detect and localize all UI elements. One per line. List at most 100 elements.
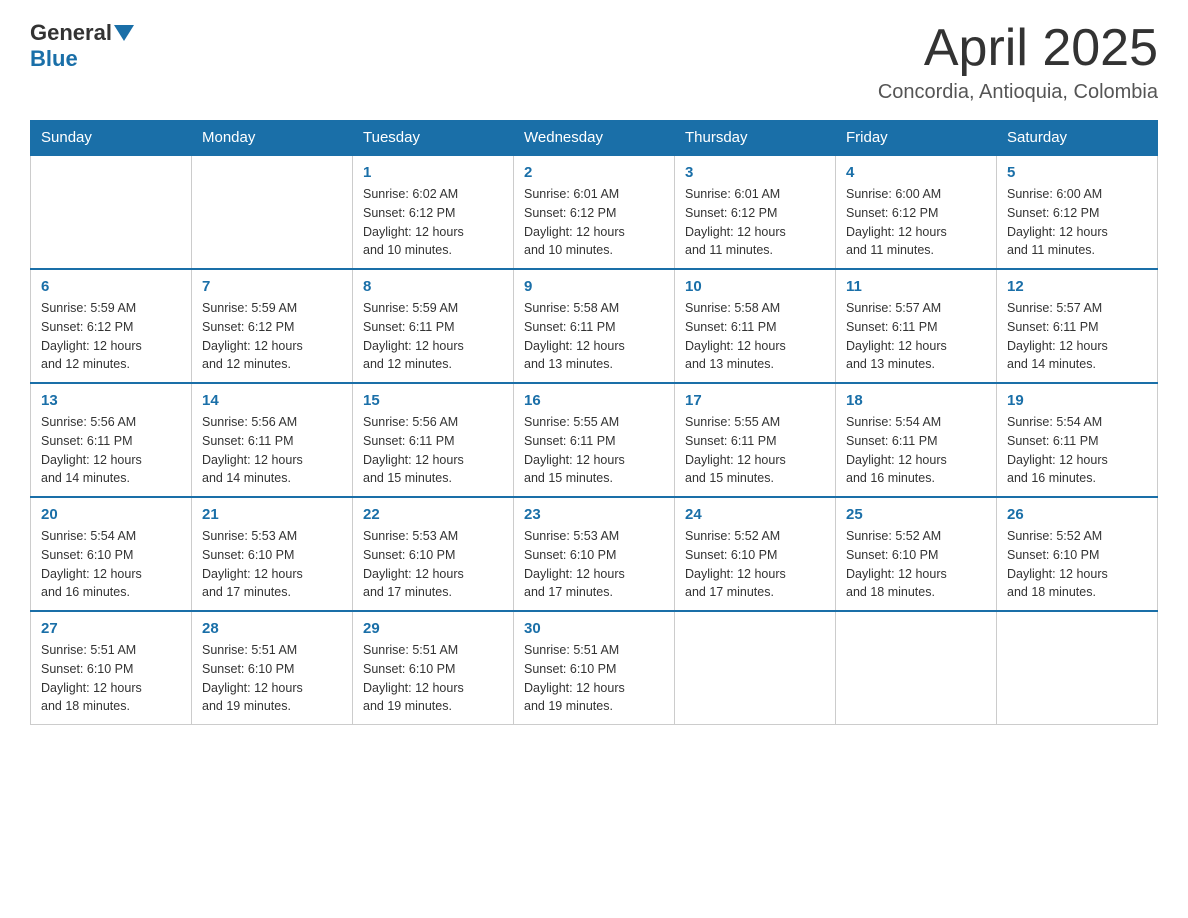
day-info: Sunrise: 6:00 AM Sunset: 6:12 PM Dayligh… — [1007, 185, 1147, 260]
calendar-cell: 6 Sunrise: 5:59 AM Sunset: 6:12 PM Daylig… — [31, 269, 192, 383]
calendar-cell: 15 Sunrise: 5:56 AM Sunset: 6:11 PM Dayli… — [353, 383, 514, 497]
calendar-cell: 18 Sunrise: 5:54 AM Sunset: 6:11 PM Dayli… — [836, 383, 997, 497]
weekday-header-thursday: Thursday — [675, 121, 836, 156]
weekday-header-saturday: Saturday — [997, 121, 1158, 156]
day-number: 9 — [524, 278, 664, 295]
weekday-header-monday: Monday — [192, 121, 353, 156]
day-info: Sunrise: 5:56 AM Sunset: 6:11 PM Dayligh… — [363, 413, 503, 488]
calendar-cell: 20 Sunrise: 5:54 AM Sunset: 6:10 PM Dayli… — [31, 497, 192, 611]
day-number: 29 — [363, 620, 503, 637]
logo-blue-text: Blue — [30, 46, 78, 72]
day-info: Sunrise: 6:01 AM Sunset: 6:12 PM Dayligh… — [685, 185, 825, 260]
day-info: Sunrise: 5:58 AM Sunset: 6:11 PM Dayligh… — [685, 299, 825, 374]
day-number: 3 — [685, 164, 825, 181]
calendar-cell: 24 Sunrise: 5:52 AM Sunset: 6:10 PM Dayli… — [675, 497, 836, 611]
calendar-cell — [675, 611, 836, 725]
day-number: 15 — [363, 392, 503, 409]
day-info: Sunrise: 5:51 AM Sunset: 6:10 PM Dayligh… — [524, 641, 664, 716]
day-number: 5 — [1007, 164, 1147, 181]
day-info: Sunrise: 5:54 AM Sunset: 6:11 PM Dayligh… — [846, 413, 986, 488]
day-number: 13 — [41, 392, 181, 409]
calendar-cell: 10 Sunrise: 5:58 AM Sunset: 6:11 PM Dayli… — [675, 269, 836, 383]
day-number: 6 — [41, 278, 181, 295]
calendar-cell: 14Sunrise: 5:56 AM Sunset: 6:11 PM Dayli… — [192, 383, 353, 497]
day-number: 7 — [202, 278, 342, 295]
day-number: 21 — [202, 506, 342, 523]
day-info: Sunrise: 5:56 AM Sunset: 6:11 PM Dayligh… — [41, 413, 181, 488]
calendar-cell: 30 Sunrise: 5:51 AM Sunset: 6:10 PM Dayli… — [514, 611, 675, 725]
day-info: Sunrise: 5:52 AM Sunset: 6:10 PM Dayligh… — [685, 527, 825, 602]
day-info: Sunrise: 5:58 AM Sunset: 6:11 PM Dayligh… — [524, 299, 664, 374]
calendar-cell: 28 Sunrise: 5:51 AM Sunset: 6:10 PM Dayli… — [192, 611, 353, 725]
day-number: 17 — [685, 392, 825, 409]
day-number: 20 — [41, 506, 181, 523]
weekday-header-sunday: Sunday — [31, 121, 192, 156]
day-number: 24 — [685, 506, 825, 523]
calendar-table: SundayMondayTuesdayWednesdayThursdayFrid… — [30, 120, 1158, 725]
calendar-cell: 16Sunrise: 5:55 AM Sunset: 6:11 PM Dayli… — [514, 383, 675, 497]
calendar-cell: 21Sunrise: 5:53 AM Sunset: 6:10 PM Dayli… — [192, 497, 353, 611]
day-info: Sunrise: 6:00 AM Sunset: 6:12 PM Dayligh… — [846, 185, 986, 260]
calendar-cell: 7 Sunrise: 5:59 AM Sunset: 6:12 PM Daylig… — [192, 269, 353, 383]
day-info: Sunrise: 6:02 AM Sunset: 6:12 PM Dayligh… — [363, 185, 503, 260]
day-info: Sunrise: 5:52 AM Sunset: 6:10 PM Dayligh… — [846, 527, 986, 602]
calendar-cell — [31, 155, 192, 269]
week-row-2: 6 Sunrise: 5:59 AM Sunset: 6:12 PM Daylig… — [31, 269, 1158, 383]
day-info: Sunrise: 5:57 AM Sunset: 6:11 PM Dayligh… — [846, 299, 986, 374]
day-info: Sunrise: 5:51 AM Sunset: 6:10 PM Dayligh… — [363, 641, 503, 716]
day-number: 12 — [1007, 278, 1147, 295]
logo: General Blue — [30, 20, 136, 72]
weekday-header-tuesday: Tuesday — [353, 121, 514, 156]
day-number: 30 — [524, 620, 664, 637]
calendar-cell: 22Sunrise: 5:53 AM Sunset: 6:10 PM Dayli… — [353, 497, 514, 611]
day-info: Sunrise: 6:01 AM Sunset: 6:12 PM Dayligh… — [524, 185, 664, 260]
week-row-1: 1 Sunrise: 6:02 AM Sunset: 6:12 PM Daylig… — [31, 155, 1158, 269]
day-number: 8 — [363, 278, 503, 295]
calendar-cell: 8 Sunrise: 5:59 AM Sunset: 6:11 PM Daylig… — [353, 269, 514, 383]
day-info: Sunrise: 5:53 AM Sunset: 6:10 PM Dayligh… — [524, 527, 664, 602]
logo-triangle-icon — [114, 25, 134, 41]
day-number: 1 — [363, 164, 503, 181]
day-number: 26 — [1007, 506, 1147, 523]
day-info: Sunrise: 5:52 AM Sunset: 6:10 PM Dayligh… — [1007, 527, 1147, 602]
day-number: 19 — [1007, 392, 1147, 409]
day-info: Sunrise: 5:54 AM Sunset: 6:10 PM Dayligh… — [41, 527, 181, 602]
calendar-cell — [997, 611, 1158, 725]
title-block: April 2025 Concordia, Antioquia, Colombi… — [878, 20, 1158, 104]
calendar-cell: 29 Sunrise: 5:51 AM Sunset: 6:10 PM Dayli… — [353, 611, 514, 725]
calendar-cell: 13 Sunrise: 5:56 AM Sunset: 6:11 PM Dayli… — [31, 383, 192, 497]
day-number: 11 — [846, 278, 986, 295]
calendar-cell: 5 Sunrise: 6:00 AM Sunset: 6:12 PM Daylig… — [997, 155, 1158, 269]
day-info: Sunrise: 5:59 AM Sunset: 6:12 PM Dayligh… — [41, 299, 181, 374]
calendar-cell: 2 Sunrise: 6:01 AM Sunset: 6:12 PM Daylig… — [514, 155, 675, 269]
calendar-cell: 3 Sunrise: 6:01 AM Sunset: 6:12 PM Daylig… — [675, 155, 836, 269]
calendar-cell: 12Sunrise: 5:57 AM Sunset: 6:11 PM Dayli… — [997, 269, 1158, 383]
calendar-cell: 11 Sunrise: 5:57 AM Sunset: 6:11 PM Dayli… — [836, 269, 997, 383]
calendar-cell: 25 Sunrise: 5:52 AM Sunset: 6:10 PM Dayli… — [836, 497, 997, 611]
day-info: Sunrise: 5:59 AM Sunset: 6:11 PM Dayligh… — [363, 299, 503, 374]
location-subtitle: Concordia, Antioquia, Colombia — [878, 81, 1158, 104]
week-row-3: 13 Sunrise: 5:56 AM Sunset: 6:11 PM Dayli… — [31, 383, 1158, 497]
day-number: 10 — [685, 278, 825, 295]
calendar-cell: 23 Sunrise: 5:53 AM Sunset: 6:10 PM Dayli… — [514, 497, 675, 611]
calendar-cell: 27 Sunrise: 5:51 AM Sunset: 6:10 PM Dayli… — [31, 611, 192, 725]
weekday-header-friday: Friday — [836, 121, 997, 156]
day-number: 14 — [202, 392, 342, 409]
day-info: Sunrise: 5:51 AM Sunset: 6:10 PM Dayligh… — [41, 641, 181, 716]
day-number: 22 — [363, 506, 503, 523]
calendar-cell: 1 Sunrise: 6:02 AM Sunset: 6:12 PM Daylig… — [353, 155, 514, 269]
weekday-header-wednesday: Wednesday — [514, 121, 675, 156]
day-number: 4 — [846, 164, 986, 181]
weekday-header-row: SundayMondayTuesdayWednesdayThursdayFrid… — [31, 121, 1158, 156]
day-number: 27 — [41, 620, 181, 637]
day-number: 2 — [524, 164, 664, 181]
day-number: 16 — [524, 392, 664, 409]
day-number: 23 — [524, 506, 664, 523]
day-number: 18 — [846, 392, 986, 409]
day-number: 28 — [202, 620, 342, 637]
week-row-5: 27 Sunrise: 5:51 AM Sunset: 6:10 PM Dayli… — [31, 611, 1158, 725]
day-info: Sunrise: 5:51 AM Sunset: 6:10 PM Dayligh… — [202, 641, 342, 716]
calendar-cell: 4 Sunrise: 6:00 AM Sunset: 6:12 PM Daylig… — [836, 155, 997, 269]
day-number: 25 — [846, 506, 986, 523]
day-info: Sunrise: 5:59 AM Sunset: 6:12 PM Dayligh… — [202, 299, 342, 374]
